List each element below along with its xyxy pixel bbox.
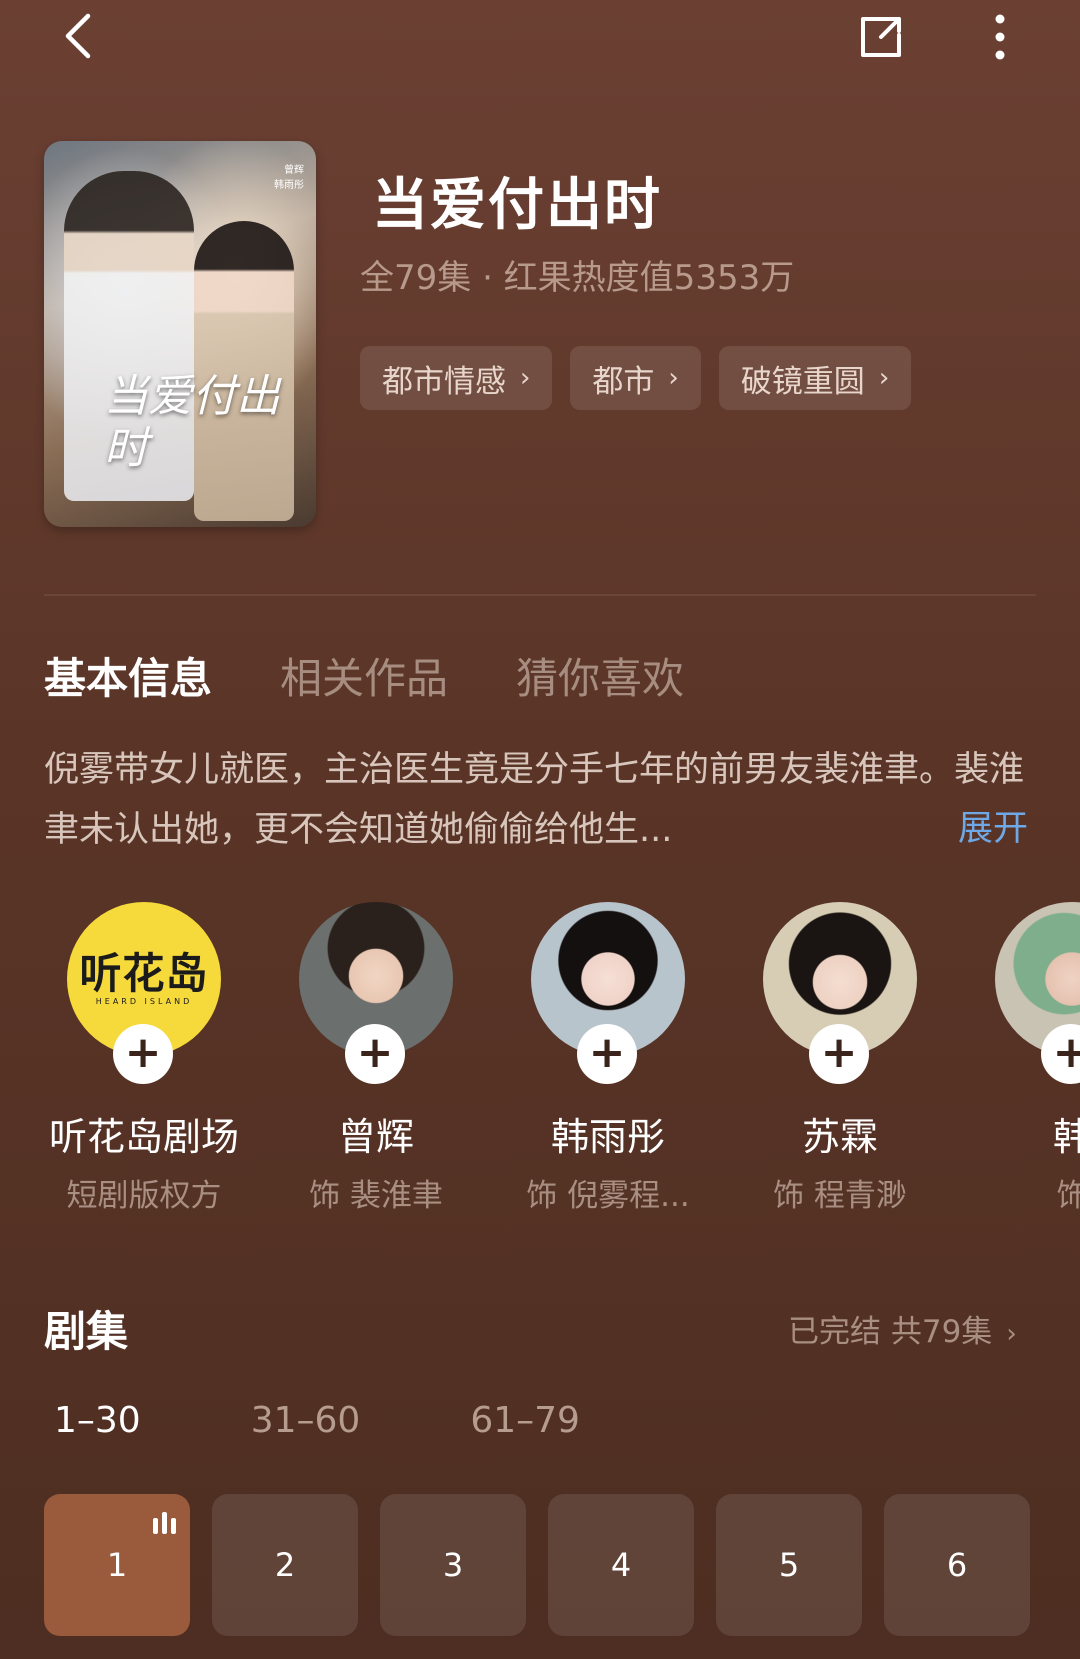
tab-recommendations[interactable]: 猜你喜欢 [516,645,684,706]
episode-button[interactable]: 2 [212,1494,358,1636]
episodes-title: 剧集 [44,1307,129,1356]
tag-label: 破镜重圆 [740,363,865,400]
drama-poster[interactable]: 曾辉 韩雨彤 当爱付出时 [44,141,316,527]
cast-name: 苏霖 [801,1115,878,1159]
tab-related-works[interactable]: 相关作品 [280,645,448,706]
tag-chip[interactable]: 都市情感 › [360,346,553,410]
episode-number: 1 [106,1546,128,1584]
tag-chip[interactable]: 破镜重圆 › [718,346,912,410]
follow-plus-icon[interactable]: + [809,1024,869,1084]
divider [44,594,1036,596]
range-tab[interactable]: 1–30 [54,1400,141,1441]
now-playing-icon [153,1512,176,1534]
tag-list: 都市情感 › 都市 › 破镜重圆 › [360,346,912,410]
chevron-right-icon: › [878,363,890,393]
cast-name: 韩 [1052,1115,1080,1159]
episode-number: 4 [610,1546,632,1584]
follow-plus-icon[interactable]: + [345,1024,405,1084]
cast-role: 饰 倪雾程... [526,1178,690,1214]
poster-credits: 曾辉 韩雨彤 [274,165,304,191]
poster-title: 当爱付出时 [104,371,280,474]
episode-number: 2 [274,1546,296,1584]
episode-range-tabs: 1–30 31–60 61–79 [54,1400,690,1441]
tag-label: 都市情感 [382,363,506,400]
tag-label: 都市 [592,363,655,400]
episode-button[interactable]: 1 [44,1494,190,1636]
back-chevron-icon[interactable] [56,12,104,60]
cast-role: 饰 程青渺 [773,1178,907,1214]
episode-number: 5 [778,1546,800,1584]
follow-plus-icon[interactable]: + [113,1024,173,1084]
cast-list: 听花岛 HEARD ISLAND + 听花岛剧场 短剧版权方 + 曾辉 饰 裴淮… [0,902,1080,1222]
episode-button[interactable]: 6 [884,1494,1030,1636]
synopsis-text: 倪雾带女儿就医，主治医生竟是分手七年的前男友裴淮聿。裴淮聿未认出她，更不会知道她… [44,750,1025,850]
cast-name: 曾辉 [337,1115,414,1159]
range-tab[interactable]: 31–60 [251,1400,361,1441]
cast-role: 短剧版权方 [66,1178,222,1214]
chevron-right-icon: › [668,363,679,393]
cast-name: 听花岛剧场 [48,1115,239,1159]
more-vertical-icon[interactable] [978,12,1022,62]
follow-plus-icon[interactable]: + [577,1024,637,1084]
studio-logo-subtitle: HEARD ISLAND [95,996,193,1006]
episodes-status: 已完结 共79集 [788,1314,993,1350]
chevron-right-icon: › [1006,1319,1017,1349]
chevron-right-icon: › [520,363,531,393]
cast-role: 饰 [1056,1178,1080,1214]
drama-title: 当爱付出时 [372,173,662,238]
studio-logo: 听花岛 [79,948,209,998]
drama-meta: 全79集 · 红果热度值5353万 [360,258,795,298]
cast-name: 韩雨彤 [550,1115,665,1159]
episode-button[interactable]: 3 [380,1494,526,1636]
expand-button[interactable]: 展开 [958,800,1028,851]
episode-grid: 1 2 3 4 5 6 [44,1494,1030,1636]
tab-basic-info[interactable]: 基本信息 [44,645,212,706]
episode-button[interactable]: 4 [548,1494,694,1636]
episode-number: 6 [946,1546,968,1584]
episode-button[interactable]: 5 [716,1494,862,1636]
episode-number: 3 [442,1546,464,1584]
info-tabs: 基本信息 相关作品 猜你喜欢 [44,645,684,706]
cast-role: 饰 裴淮聿 [309,1178,443,1214]
tag-chip[interactable]: 都市 › [570,346,701,410]
share-icon[interactable] [856,12,906,62]
episodes-status-link[interactable]: 已完结 共79集 › [788,1306,1017,1351]
range-tab[interactable]: 61–79 [470,1400,580,1441]
